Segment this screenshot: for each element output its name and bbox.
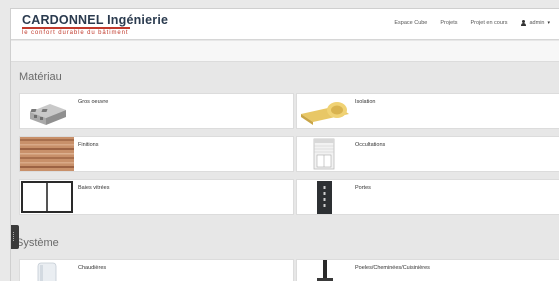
card-label: Poeles/Cheminées/Cuisinières <box>355 265 430 271</box>
card-label: Isolation <box>355 99 376 105</box>
insulation-roll-icon <box>297 94 351 128</box>
card-baies-vitrees[interactable]: Baies vitrées <box>19 179 294 215</box>
card-poeles-cheminees-cuisinieres[interactable]: Poeles/Cheminées/Cuisinières <box>296 259 559 281</box>
card-occultations[interactable]: Occultations <box>296 136 559 172</box>
card-label: Portes <box>355 185 371 191</box>
wood-texture-icon <box>20 137 74 171</box>
section-title-systeme: Système <box>16 237 59 249</box>
card-finitions[interactable]: Finitions <box>19 136 294 172</box>
admin-label: admin <box>529 20 545 26</box>
side-drawer-handle[interactable] <box>11 225 19 249</box>
brand-logo[interactable]: CARDONNEL Ingénierie le confort durable … <box>22 13 168 36</box>
sliding-window-icon <box>20 180 74 214</box>
door-icon <box>297 180 351 214</box>
card-label: Occultations <box>355 142 386 148</box>
caret-down-icon: ▾ <box>547 20 550 26</box>
card-chaudieres[interactable]: Chaudières <box>19 259 294 281</box>
main-nav: Espace Cube Projets Projet en cours admi… <box>394 20 550 26</box>
nav-espace-cube[interactable]: Espace Cube <box>394 20 427 26</box>
card-portes[interactable]: Portes <box>296 179 559 215</box>
brand-name: CARDONNEL Ingénierie <box>22 13 169 27</box>
stove-icon <box>297 260 351 281</box>
brand-tagline: le confort durable du bâtiment <box>22 30 129 36</box>
card-gros-oeuvre[interactable]: Gros oeuvre <box>19 93 294 129</box>
card-label: Gros oeuvre <box>78 99 109 105</box>
section-title-materiau: Matériau <box>19 71 62 83</box>
card-label: Finitions <box>78 142 99 148</box>
card-label: Chaudières <box>78 265 107 271</box>
concrete-block-icon <box>20 94 74 128</box>
app-window: CARDONNEL Ingénierie le confort durable … <box>10 8 559 281</box>
subheader-strip <box>11 41 559 62</box>
grip-icon <box>13 232 16 241</box>
nav-projets[interactable]: Projets <box>440 20 457 26</box>
top-navbar: CARDONNEL Ingénierie le confort durable … <box>11 9 559 40</box>
boiler-icon <box>20 260 74 281</box>
card-isolation[interactable]: Isolation <box>296 93 559 129</box>
admin-menu[interactable]: admin ▾ <box>521 20 550 26</box>
card-label: Baies vitrées <box>78 185 110 191</box>
user-icon <box>521 20 527 26</box>
roller-shutter-icon <box>297 137 351 171</box>
nav-projet-en-cours[interactable]: Projet en cours <box>471 20 508 26</box>
logo-underline <box>22 27 130 29</box>
